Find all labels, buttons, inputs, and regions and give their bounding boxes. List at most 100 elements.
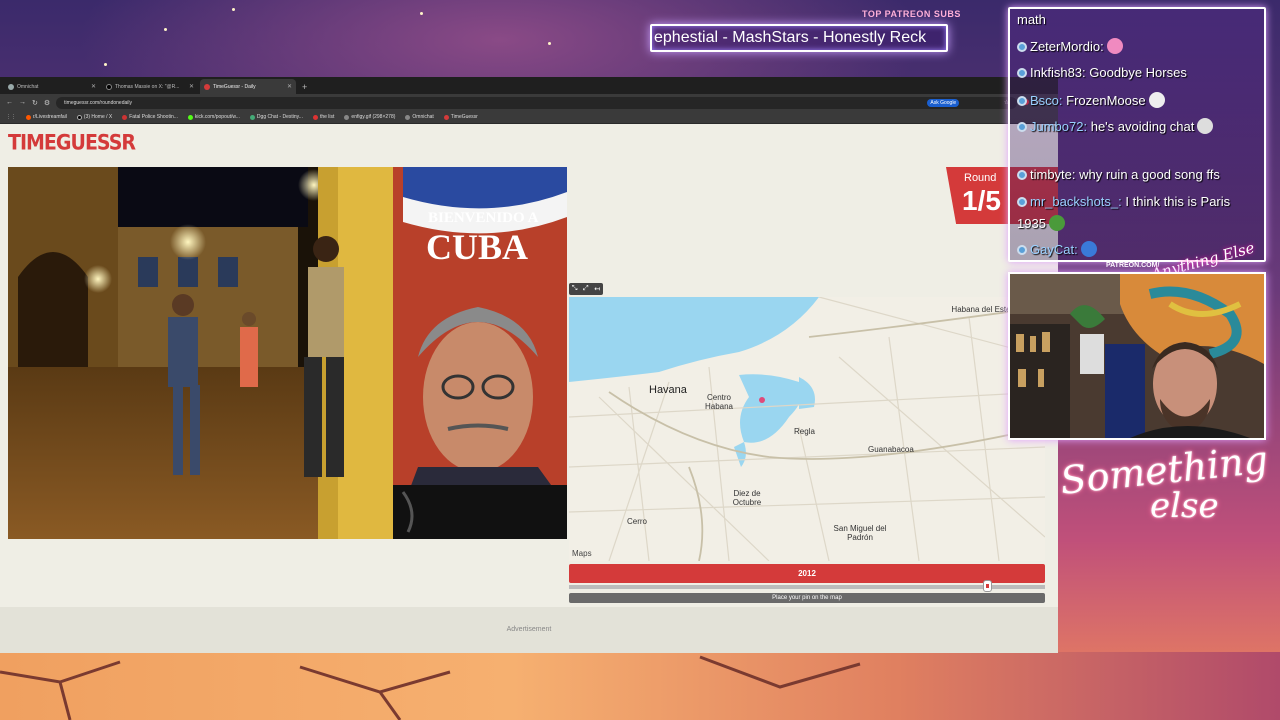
chat-username: Jumbo72: [1030, 119, 1088, 134]
chat-message: Jumbo72: he's avoiding chat [1017, 118, 1214, 134]
bookmark-item[interactable]: Omnichat [405, 114, 434, 120]
image-icon [344, 114, 350, 120]
chat-message: Inkfish83: Goodbye Horses [1017, 65, 1187, 80]
map-label-havana: Havana [649, 384, 687, 396]
tab-strip: Omnichat ✕ Thomas Massie on X: "@R... ✕ … [0, 77, 1058, 94]
map-label-centro-habana: Centro Habana [704, 393, 734, 411]
emote-icon [1106, 38, 1123, 54]
stream-chat: math ZeterMordio: Inkfish83: Goodbye Hor… [1008, 7, 1266, 262]
map-label-regla: Regla [794, 427, 815, 436]
close-tab-icon[interactable]: ✕ [91, 83, 96, 90]
year-slider-track[interactable] [569, 585, 1045, 589]
tab-label: Omnichat [17, 83, 39, 90]
chat-text: FrozenMoose [1066, 93, 1146, 108]
bookmarks-bar: ⋮⋮ r/Livestreamfail (3) Home / X Fatal P… [0, 111, 1058, 124]
kick-icon [187, 114, 193, 120]
back-arrow-icon[interactable]: ← [6, 99, 13, 106]
forward-arrow-icon[interactable]: → [19, 99, 26, 106]
timeguessr-page: TIMEGUESSR BIENVENIDO A CUBA Round 1/5 ⤡… [0, 124, 1058, 653]
bookmark-item[interactable]: Fatal Police Shootin... [122, 114, 178, 120]
year-slider-handle[interactable] [983, 580, 993, 592]
poster-text-line1: BIENVENIDO A [428, 210, 539, 226]
map-toolbar: ⤡ ⤢ ↤ [569, 283, 603, 295]
chat-message: Bsco: FrozenMoose [1017, 92, 1165, 108]
omnichat-icon [405, 114, 411, 120]
map-label-cerro: Cerro [627, 517, 648, 526]
map-label-diez-de-octubre: Diez de Octubre [732, 489, 762, 507]
shrink-map-icon[interactable]: ⤢ [583, 285, 589, 293]
round-counter: 1/5 [962, 185, 1001, 216]
reload-icon[interactable]: ↻ [32, 99, 38, 107]
subscriber-badge-icon [1017, 42, 1027, 52]
tab-omnichat[interactable]: Omnichat ✕ [4, 79, 100, 94]
list-icon [312, 114, 318, 120]
chat-message: ZeterMordio: [1017, 38, 1123, 54]
bookmark-label: enfigy.gif (298×278) [351, 114, 396, 120]
expand-map-icon[interactable]: ⤡ [572, 285, 578, 293]
emote-icon [1080, 241, 1097, 257]
submit-guess-button[interactable]: Place your pin on the map [569, 593, 1045, 603]
tab-timeguessr[interactable]: TimeGuessr - Daily ✕ [200, 79, 296, 94]
timeguessr-icon [443, 114, 449, 120]
webcam-scene [1010, 274, 1264, 438]
year-display: 2012 [569, 564, 1045, 583]
advertisement-area: Advertisement [0, 607, 1058, 653]
apple-maps-attribution: Maps [572, 549, 592, 558]
chat-username: ZeterMordio: [1030, 39, 1104, 54]
chat-message: mr_backshots_: I think this is Paris [1017, 194, 1230, 209]
chat-username: math [1017, 12, 1046, 27]
chat-message: timbyte: why ruin a good song ffs [1017, 167, 1220, 182]
chat-text: I think this is Paris [1125, 194, 1231, 209]
chat-message-continuation: 1935 [1017, 215, 1065, 231]
emote-icon [1197, 118, 1214, 134]
ground-cracks [0, 655, 861, 720]
bookmark-item[interactable]: the list [312, 114, 334, 120]
bookmark-label: (3) Home / X [83, 114, 113, 120]
bookmark-item[interactable]: r/Livestreamfail [26, 114, 67, 120]
bookmark-item[interactable]: kick.com/popout/w... [187, 114, 240, 120]
news-icon [122, 114, 128, 120]
chat-text: why ruin a good song ffs [1079, 167, 1220, 182]
subscriber-badge-icon [1017, 96, 1027, 106]
star-decoration [548, 42, 551, 45]
emote-icon [1048, 215, 1065, 231]
bookmark-label: r/Livestreamfail [33, 114, 67, 120]
top-subs-title: TOP PATREON SUBS [862, 9, 961, 19]
chat-username: Inkfish83: [1030, 65, 1086, 80]
ask-google-button[interactable]: Ask Google [927, 98, 960, 107]
tab-label: TimeGuessr - Daily [213, 83, 256, 90]
plus-icon[interactable]: + [298, 82, 311, 94]
bookmark-label: Fatal Police Shootin... [129, 114, 178, 120]
havana-night-scene: BIENVENIDO A CUBA [8, 167, 567, 539]
close-tab-icon[interactable]: ✕ [287, 83, 292, 90]
round-photo: BIENVENIDO A CUBA [8, 167, 567, 539]
site-info-icon[interactable]: ⚙ [44, 99, 50, 107]
chat-text: 1935 [1017, 216, 1046, 231]
url-text: timeguessr.com/roundonedaily [64, 99, 132, 106]
x-favicon-icon [106, 83, 112, 90]
subscriber-badge-icon [1017, 245, 1027, 255]
star-decoration [420, 12, 423, 15]
round-label: Round [964, 172, 997, 184]
bookmark-item[interactable]: Dgg Chat - Destiny... [249, 114, 303, 120]
url-field[interactable]: timeguessr.com/roundonedaily Ask Google … [56, 96, 1018, 109]
bookmark-item[interactable]: (3) Home / X [76, 114, 113, 120]
apps-grid-icon[interactable]: ⋮⋮ [6, 114, 16, 120]
bookmark-item[interactable]: enfigy.gif (298×278) [344, 114, 395, 120]
bookmark-item[interactable]: TimeGuessr [443, 114, 478, 120]
close-tab-icon[interactable]: ✕ [189, 83, 194, 90]
chat-message: math [1017, 12, 1046, 27]
tab-x-post[interactable]: Thomas Massie on X: "@R... ✕ [102, 79, 198, 94]
timeguessr-favicon-icon [204, 83, 210, 90]
pin-map-icon[interactable]: ↤ [594, 285, 600, 293]
chat-message: GayCat: [1017, 241, 1097, 257]
emote-icon [1148, 92, 1165, 108]
subscriber-badge-icon [1017, 197, 1027, 207]
poster-text-line2: CUBA [426, 227, 528, 267]
patreon-ticker: ephestial - MashStars - Honestly Reck [650, 24, 948, 52]
chat-username: timbyte: [1030, 167, 1076, 182]
timeguessr-logo[interactable]: TIMEGUESSR [8, 131, 136, 155]
chat-username: mr_backshots_: [1030, 194, 1122, 209]
webcam-feed [1008, 272, 1266, 440]
guess-map[interactable]: Habana del Este Havana Centro Habana Reg… [569, 297, 1045, 561]
